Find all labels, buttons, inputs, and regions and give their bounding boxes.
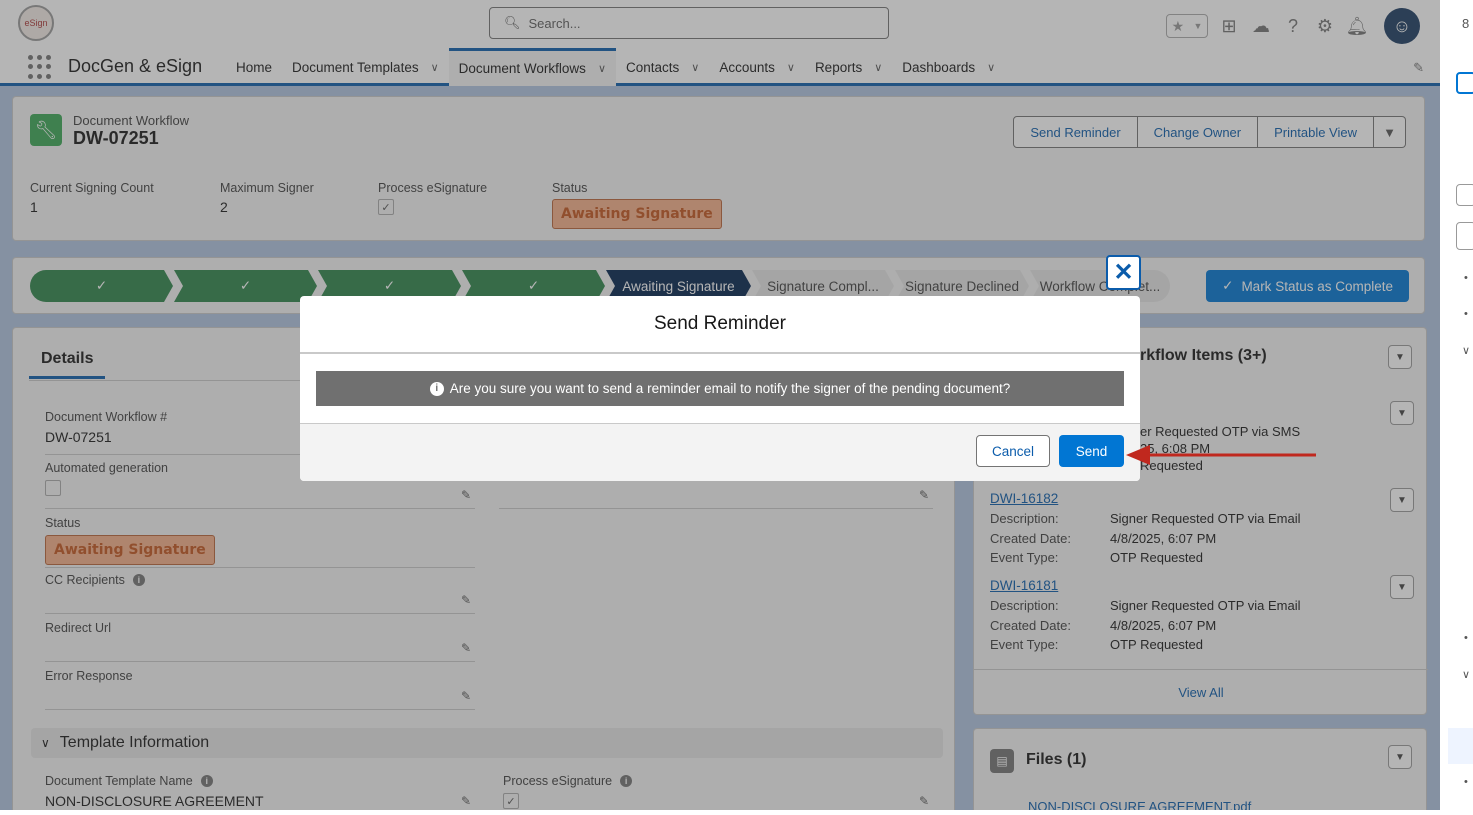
chevron-down-icon[interactable]: ∨ <box>1462 344 1470 357</box>
modal-close-icon[interactable]: ✕ <box>1106 255 1141 290</box>
modal-title: Send Reminder <box>300 296 1140 354</box>
annotation-arrow-icon <box>1126 445 1316 465</box>
app-icon[interactable] <box>1456 72 1473 94</box>
info-icon: i <box>429 381 444 396</box>
grid-icon[interactable]: 8 <box>1462 16 1469 31</box>
send-button[interactable]: Send <box>1059 435 1124 467</box>
send-reminder-modal: Send Reminder i Are you sure you want to… <box>300 296 1140 481</box>
utility-side-panel: 8 • • ∨ • ∨ • <box>1440 0 1473 815</box>
chevron-down-icon[interactable] <box>1456 184 1473 206</box>
search-icon[interactable] <box>1456 222 1473 250</box>
modal-body: i Are you sure you want to send a remind… <box>300 354 1140 424</box>
salesforce-app: eSign 🔍︎ Search... ★ ▼ ⊞ ☁ ? ⚙ 🔔︎ ☺ DocGe… <box>0 0 1440 810</box>
chevron-down-icon[interactable]: ∨ <box>1462 668 1470 681</box>
cancel-button[interactable]: Cancel <box>976 435 1050 467</box>
modal-footer: Cancel Send <box>300 424 1140 481</box>
confirmation-alert: i Are you sure you want to send a remind… <box>316 371 1124 406</box>
